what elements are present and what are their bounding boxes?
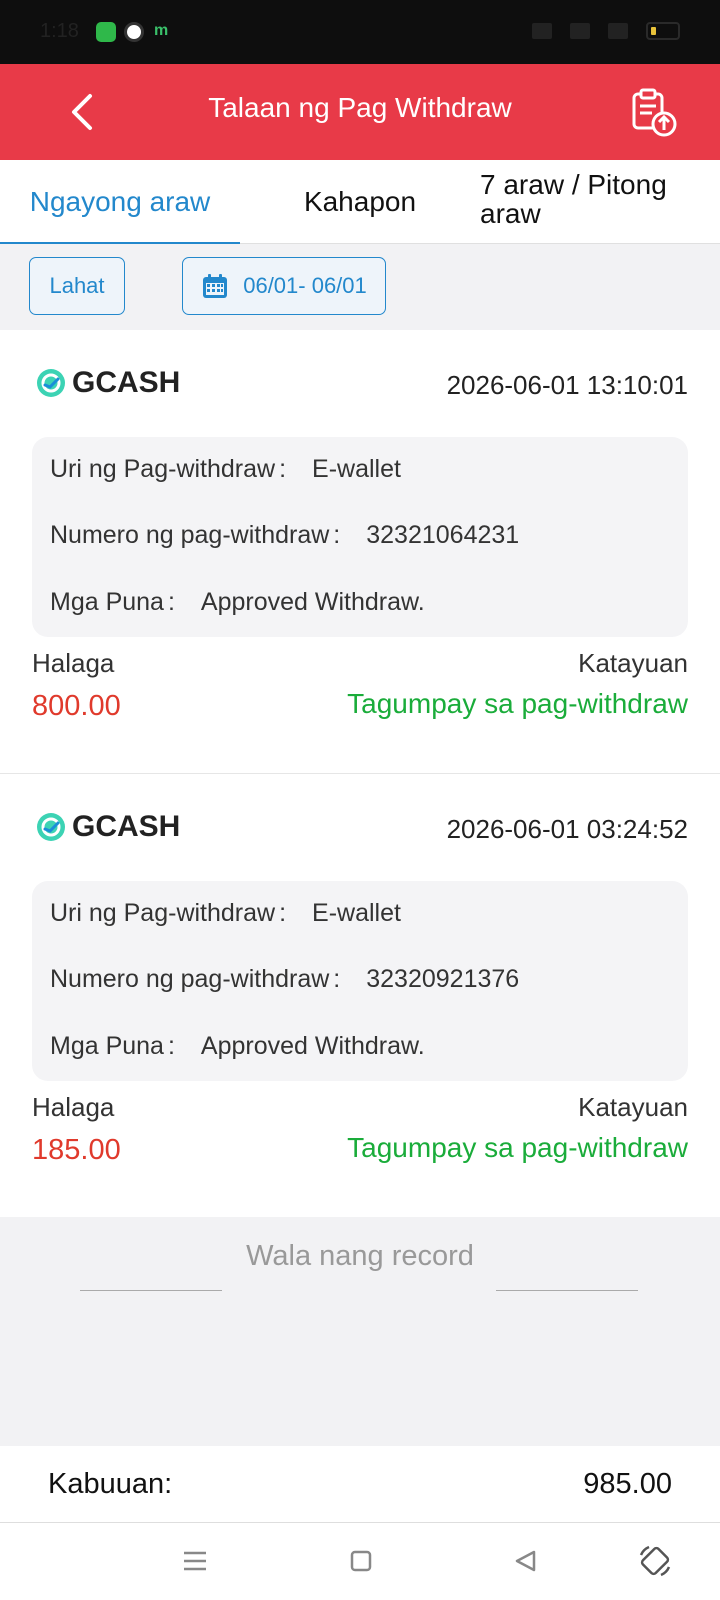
tab-yesterday[interactable]: Kahapon (240, 160, 480, 244)
signal-icon (608, 23, 628, 39)
gcash-icon (37, 369, 65, 397)
status-bar: 1:18 m (0, 0, 720, 64)
remarks-label: Mga Puna (50, 588, 164, 616)
back-triangle-icon (515, 1550, 536, 1572)
total-value: 985.00 (583, 1468, 672, 1500)
status-icons (532, 22, 680, 40)
label-colon: : (167, 588, 175, 616)
withdraw-type-row: Uri ng Pag-withdraw: E-wallet (50, 899, 401, 928)
remarks-value: Approved Withdraw. (200, 588, 425, 616)
gcash-icon (37, 813, 65, 841)
amount-label: Halaga (32, 648, 115, 678)
status-time: 1:18 (40, 20, 79, 42)
status-value: Tagumpay sa pag-withdraw (347, 1132, 688, 1163)
withdraw-number-label: Numero ng pag-withdraw (50, 965, 330, 993)
rotate-icon (639, 1545, 671, 1577)
method-name: GCASH (72, 366, 181, 399)
payment-method: GCASH (36, 810, 180, 844)
status-label: Katayuan (578, 1092, 688, 1122)
app-header: Talaan ng Pag Withdraw (0, 64, 720, 160)
remarks-row: Mga Puna: Approved Withdraw. (50, 588, 425, 617)
tab-seven-days[interactable]: 7 araw / Pitong araw (480, 160, 720, 244)
no-more-records: Wala nang record (246, 1240, 474, 1272)
remarks-row: Mga Puna: Approved Withdraw. (50, 1032, 425, 1061)
filter-bar: Lahat 06/01- 06/01 (0, 244, 720, 330)
withdraw-type-label: Uri ng Pag-withdraw (50, 455, 276, 483)
page-title: Talaan ng Pag Withdraw (208, 92, 512, 123)
withdraw-number-row: Numero ng pag-withdraw:32320921376 (50, 965, 519, 994)
rotate-button[interactable] (635, 1541, 675, 1581)
withdraw-number-value: 32320921376 (366, 965, 520, 993)
label-colon: : (279, 455, 287, 483)
method-name: GCASH (72, 810, 181, 843)
vibrate-icon (532, 23, 552, 39)
remarks-value: Approved Withdraw. (200, 1032, 425, 1060)
amount-label: Halaga (32, 1092, 115, 1122)
menu-icon (184, 1551, 206, 1571)
withdraw-number-row: Numero ng pag-withdraw:32321064231 (50, 521, 519, 550)
withdraw-number-label: Numero ng pag-withdraw (50, 521, 330, 549)
recent-apps-button[interactable] (175, 1541, 215, 1581)
period-tabs: Ngayong araw Kahapon 7 araw / Pitong ara… (0, 160, 720, 245)
withdraw-type-value: E-wallet (312, 455, 401, 483)
status-value: Tagumpay sa pag-withdraw (347, 688, 688, 719)
record-datetime: 2026-06-01 13:10:01 (446, 370, 688, 400)
signal-icon (570, 23, 590, 39)
withdraw-type-value: E-wallet (312, 899, 401, 927)
system-nav-bar (0, 1522, 720, 1600)
date-range-button[interactable]: 06/01- 06/01 (182, 257, 386, 315)
label-colon: : (333, 965, 341, 993)
calendar-icon (203, 274, 228, 298)
clipboard-upload-icon (632, 88, 677, 137)
battery-icon (646, 22, 680, 40)
status-label: Katayuan (578, 648, 688, 678)
record-datetime: 2026-06-01 03:24:52 (446, 814, 688, 844)
amount-value: 800.00 (32, 690, 121, 722)
withdraw-record[interactable]: GCASH 2026-06-01 03:24:52 Uri ng Pag-wit… (0, 774, 720, 1217)
no-more-divider-right (496, 1290, 638, 1291)
home-button[interactable] (341, 1541, 381, 1581)
m-app-icon: m (154, 22, 169, 39)
withdraw-record[interactable]: GCASH 2026-06-01 13:10:01 Uri ng Pag-wit… (0, 330, 720, 773)
withdraw-type-row: Uri ng Pag-withdraw: E-wallet (50, 455, 401, 484)
system-back-button[interactable] (506, 1541, 546, 1581)
amount-value: 185.00 (32, 1134, 121, 1166)
tab-today[interactable]: Ngayong araw (0, 160, 240, 245)
remarks-label: Mga Puna (50, 1032, 164, 1060)
date-range-label: 06/01- 06/01 (243, 273, 367, 298)
filter-all-button[interactable]: Lahat (29, 257, 125, 315)
no-more-divider-left (80, 1290, 222, 1291)
record-details: Uri ng Pag-withdraw: E-wallet Numero ng p… (32, 437, 688, 637)
tab-seven-days-line1: 7 araw / Pitong (480, 169, 667, 200)
label-colon: : (167, 1032, 175, 1060)
payment-method: GCASH (36, 366, 180, 400)
record-details: Uri ng Pag-withdraw: E-wallet Numero ng p… (32, 881, 688, 1081)
home-square-icon (350, 1550, 372, 1572)
export-button[interactable] (628, 86, 680, 138)
settings-app-icon (124, 22, 144, 42)
tab-seven-days-line2: araw (480, 198, 541, 229)
messages-app-icon (96, 22, 116, 42)
label-colon: : (279, 899, 287, 927)
label-colon: : (333, 521, 341, 549)
total-label: Kabuuan: (48, 1468, 173, 1500)
withdraw-number-value: 32321064231 (366, 521, 520, 549)
withdraw-type-label: Uri ng Pag-withdraw (50, 899, 276, 927)
total-bar: Kabuuan: 985.00 (0, 1446, 720, 1522)
